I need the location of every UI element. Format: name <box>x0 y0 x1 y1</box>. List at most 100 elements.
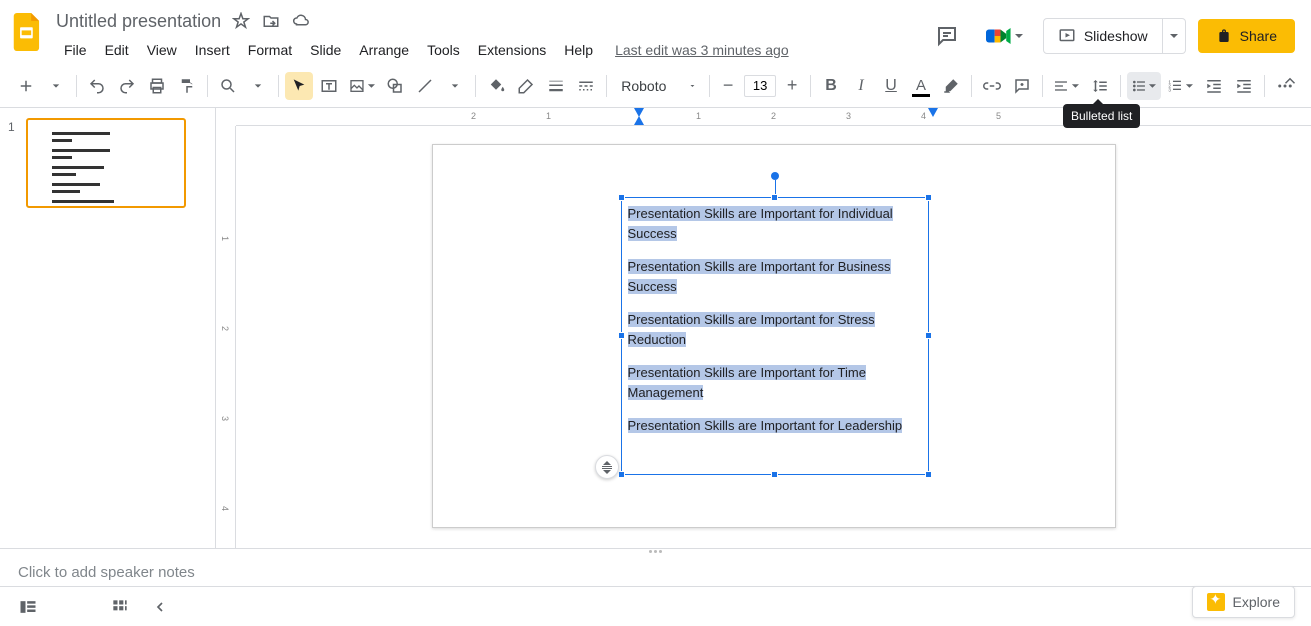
font-size-input[interactable] <box>744 75 776 97</box>
filmstrip-view-button[interactable] <box>12 591 44 623</box>
menu-arrange[interactable]: Arrange <box>351 38 417 62</box>
header: Untitled presentation File Edit View Ins… <box>0 0 1311 64</box>
italic-button[interactable]: I <box>847 72 875 100</box>
decrease-indent-button[interactable] <box>1200 72 1228 100</box>
autofit-handle[interactable] <box>595 455 619 479</box>
share-button[interactable]: Share <box>1198 19 1295 53</box>
redo-button[interactable] <box>113 72 141 100</box>
separator <box>278 75 279 97</box>
menu-bar: File Edit View Insert Format Slide Arran… <box>56 36 927 64</box>
separator <box>76 75 77 97</box>
resize-handle-ne[interactable] <box>925 194 932 201</box>
bulleted-list-button[interactable] <box>1127 72 1162 100</box>
menu-format[interactable]: Format <box>240 38 300 62</box>
menu-help[interactable]: Help <box>556 38 601 62</box>
header-actions: Slideshow Share <box>927 8 1295 56</box>
hide-menus-button[interactable] <box>1281 72 1299 90</box>
resize-handle-n[interactable] <box>771 194 778 201</box>
cloud-icon[interactable] <box>291 11 311 31</box>
border-dash-button[interactable] <box>572 72 600 100</box>
title-area: Untitled presentation File Edit View Ins… <box>56 8 927 64</box>
menu-tools[interactable]: Tools <box>419 38 468 62</box>
menu-file[interactable]: File <box>56 38 95 62</box>
menu-view[interactable]: View <box>139 38 185 62</box>
align-button[interactable] <box>1049 72 1084 100</box>
separator <box>475 75 476 97</box>
slideshow-dropdown[interactable] <box>1163 18 1186 54</box>
decrease-font-button[interactable]: − <box>716 74 740 98</box>
resize-handle-w[interactable] <box>618 332 625 339</box>
star-icon[interactable] <box>231 11 251 31</box>
zoom-button[interactable] <box>214 72 242 100</box>
rotate-handle[interactable] <box>771 172 779 180</box>
slideshow-label: Slideshow <box>1084 28 1148 44</box>
font-select[interactable]: Roboto <box>613 78 703 94</box>
resize-handle-nw[interactable] <box>618 194 625 201</box>
separator <box>606 75 607 97</box>
document-title[interactable]: Untitled presentation <box>56 11 221 32</box>
comments-icon[interactable] <box>927 16 967 56</box>
tooltip: Bulleted list <box>1063 104 1140 128</box>
underline-button[interactable]: U <box>877 72 905 100</box>
vertical-ruler: 1 2 3 4 <box>216 126 236 548</box>
bold-button[interactable]: B <box>817 72 845 100</box>
link-button[interactable] <box>978 72 1006 100</box>
explore-button[interactable]: Explore <box>1192 586 1295 618</box>
grid-view-button[interactable] <box>104 591 136 623</box>
border-weight-button[interactable] <box>542 72 570 100</box>
slide[interactable]: Presentation Skills are Important for In… <box>432 144 1116 528</box>
menu-insert[interactable]: Insert <box>187 38 238 62</box>
separator <box>207 75 208 97</box>
border-color-button[interactable] <box>512 72 540 100</box>
main-area: 1 2 1 1 2 3 4 5 6 <box>0 108 1311 548</box>
resize-handle-sw[interactable] <box>618 471 625 478</box>
svg-text:3: 3 <box>1169 87 1172 92</box>
text-color-button[interactable]: A <box>907 72 935 100</box>
slideshow-button[interactable]: Slideshow <box>1043 18 1163 54</box>
line-spacing-button[interactable] <box>1086 72 1114 100</box>
separator <box>1264 75 1265 97</box>
new-slide-button[interactable] <box>12 72 40 100</box>
meet-button[interactable] <box>979 20 1031 52</box>
separator <box>971 75 972 97</box>
image-tool[interactable] <box>345 72 380 100</box>
menu-edit[interactable]: Edit <box>97 38 137 62</box>
numbered-list-button[interactable]: 123 <box>1163 72 1198 100</box>
text-box[interactable]: Presentation Skills are Important for In… <box>621 197 929 475</box>
comment-button[interactable] <box>1008 72 1036 100</box>
shape-tool[interactable] <box>381 72 409 100</box>
separator <box>1042 75 1043 97</box>
notes-splitter[interactable] <box>0 548 1311 554</box>
resize-handle-se[interactable] <box>925 471 932 478</box>
paint-format-button[interactable] <box>173 72 201 100</box>
thumb-number: 1 <box>8 118 20 208</box>
highlight-button[interactable] <box>937 72 965 100</box>
increase-font-button[interactable]: + <box>780 74 804 98</box>
slides-logo[interactable] <box>8 12 48 52</box>
textbox-tool[interactable] <box>315 72 343 100</box>
line-dropdown[interactable] <box>441 72 469 100</box>
new-slide-dropdown[interactable] <box>42 72 70 100</box>
print-button[interactable] <box>143 72 171 100</box>
filmstrip[interactable]: 1 <box>0 108 216 548</box>
indent-marker-bottom[interactable] <box>634 116 644 125</box>
fill-color-button[interactable] <box>482 72 510 100</box>
slide-thumbnail[interactable] <box>26 118 186 208</box>
separator <box>1120 75 1121 97</box>
horizontal-ruler: 2 1 1 2 3 4 5 6 <box>236 108 1311 126</box>
resize-handle-e[interactable] <box>925 332 932 339</box>
increase-indent-button[interactable] <box>1230 72 1258 100</box>
menu-extensions[interactable]: Extensions <box>470 38 554 62</box>
canvas[interactable]: 2 1 1 2 3 4 5 6 1 2 3 4 <box>216 108 1311 548</box>
move-icon[interactable] <box>261 11 281 31</box>
line-tool[interactable] <box>411 72 439 100</box>
resize-handle-s[interactable] <box>771 471 778 478</box>
last-edit-link[interactable]: Last edit was 3 minutes ago <box>615 42 789 58</box>
menu-slide[interactable]: Slide <box>302 38 349 62</box>
undo-button[interactable] <box>83 72 111 100</box>
text-content[interactable]: Presentation Skills are Important for In… <box>622 198 928 442</box>
select-tool[interactable] <box>285 72 313 100</box>
zoom-dropdown[interactable] <box>244 72 272 100</box>
collapse-filmstrip-button[interactable] <box>144 591 176 623</box>
right-indent-marker[interactable] <box>928 108 938 117</box>
